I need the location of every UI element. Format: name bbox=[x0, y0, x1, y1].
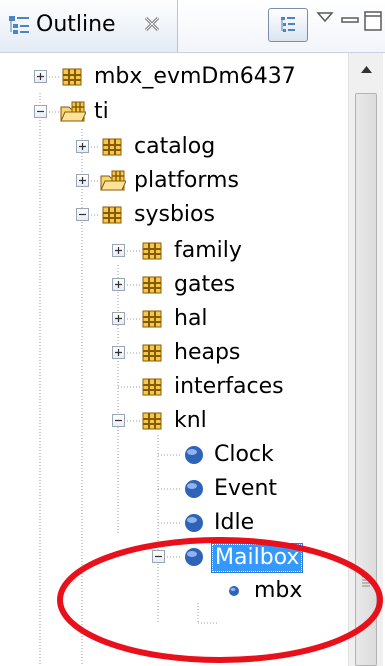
expand-icon[interactable] bbox=[34, 70, 47, 83]
scroll-up-arrow-icon[interactable] bbox=[349, 53, 384, 87]
tree-item-label: mbx_evmDm6437 bbox=[94, 64, 296, 89]
module-icon bbox=[182, 511, 206, 535]
tree-item-label: platforms bbox=[134, 168, 239, 193]
collapse-all-button[interactable] bbox=[268, 8, 308, 42]
instance-icon bbox=[222, 579, 246, 603]
tree-item-label: Mailbox bbox=[210, 543, 304, 573]
tree-item-platforms[interactable]: platforms bbox=[0, 164, 348, 198]
tree-item-label: interfaces bbox=[174, 374, 284, 399]
vertical-scrollbar[interactable] bbox=[348, 53, 383, 666]
tree-item-catalog[interactable]: catalog bbox=[0, 130, 348, 164]
tree-item-interfaces[interactable]: interfaces bbox=[0, 370, 348, 404]
package-folder-icon bbox=[60, 100, 87, 124]
collapse-icon[interactable] bbox=[76, 208, 89, 221]
tree-item-label: ti bbox=[94, 99, 109, 124]
collapse-icon[interactable] bbox=[152, 550, 165, 563]
outline-icon bbox=[8, 14, 30, 36]
expand-icon[interactable] bbox=[76, 174, 89, 187]
expand-icon[interactable] bbox=[112, 278, 125, 291]
view-menu-icon[interactable] bbox=[315, 10, 335, 26]
tree-item-clock[interactable]: Clock bbox=[0, 438, 348, 472]
tree-item-gates[interactable]: gates bbox=[0, 268, 348, 302]
maximize-icon[interactable] bbox=[363, 8, 383, 34]
tree-item-event[interactable]: Event bbox=[0, 472, 348, 506]
tree-item-label: gates bbox=[174, 272, 236, 297]
package-icon bbox=[140, 341, 164, 365]
tree-item-mailbox[interactable]: Mailbox bbox=[0, 540, 348, 574]
collapse-icon[interactable] bbox=[34, 105, 47, 118]
expand-icon[interactable] bbox=[112, 312, 125, 325]
package-icon bbox=[140, 307, 164, 331]
tab-label: Outline bbox=[36, 12, 116, 37]
outline-tree: mbx_evmDm6437 ti catalog platforms sysbi… bbox=[0, 53, 348, 666]
module-icon bbox=[182, 477, 206, 501]
close-icon[interactable] bbox=[142, 14, 162, 34]
tab-outline[interactable]: Outline bbox=[0, 0, 178, 52]
package-icon bbox=[60, 65, 84, 89]
package-folder-icon bbox=[100, 169, 127, 193]
tree-item-label: hal bbox=[174, 306, 208, 331]
tree-item-sysbios[interactable]: sysbios bbox=[0, 198, 348, 232]
package-icon bbox=[100, 203, 124, 227]
tree-item-family[interactable]: family bbox=[0, 234, 348, 268]
tree-item-mbx-evmdm6437[interactable]: mbx_evmDm6437 bbox=[0, 60, 348, 94]
expand-icon[interactable] bbox=[112, 346, 125, 359]
tree-item-heaps[interactable]: heaps bbox=[0, 336, 348, 370]
tree-item-label: Idle bbox=[214, 510, 255, 535]
tree-item-idle[interactable]: Idle bbox=[0, 506, 348, 540]
view-header: Outline bbox=[0, 0, 385, 53]
tree-item-label: mbx bbox=[254, 578, 303, 603]
tree-item-label: family bbox=[174, 238, 242, 263]
minimize-icon[interactable] bbox=[340, 12, 360, 26]
tree-item-label: sysbios bbox=[134, 202, 215, 227]
package-icon bbox=[140, 273, 164, 297]
module-icon bbox=[182, 545, 206, 569]
package-icon bbox=[140, 375, 164, 399]
collapse-all-icon bbox=[281, 17, 295, 32]
tree-item-label: Event bbox=[214, 476, 278, 501]
tree-item-mbx[interactable]: mbx bbox=[0, 574, 348, 608]
tree-item-label: Clock bbox=[214, 442, 274, 467]
package-icon bbox=[140, 239, 164, 263]
grip-icon bbox=[361, 572, 371, 587]
expand-icon[interactable] bbox=[76, 140, 89, 153]
tree-item-label: knl bbox=[174, 408, 207, 433]
tree-item-knl[interactable]: knl bbox=[0, 404, 348, 438]
tree-item-ti[interactable]: ti bbox=[0, 95, 348, 129]
expand-icon[interactable] bbox=[112, 244, 125, 257]
tree-item-label: heaps bbox=[174, 340, 241, 365]
scrollbar-thumb[interactable] bbox=[355, 93, 377, 666]
tree-item-label: catalog bbox=[134, 134, 216, 159]
package-icon bbox=[140, 409, 164, 433]
module-icon bbox=[182, 443, 206, 467]
package-icon bbox=[100, 135, 124, 159]
tree-item-hal[interactable]: hal bbox=[0, 302, 348, 336]
collapse-icon[interactable] bbox=[112, 414, 125, 427]
